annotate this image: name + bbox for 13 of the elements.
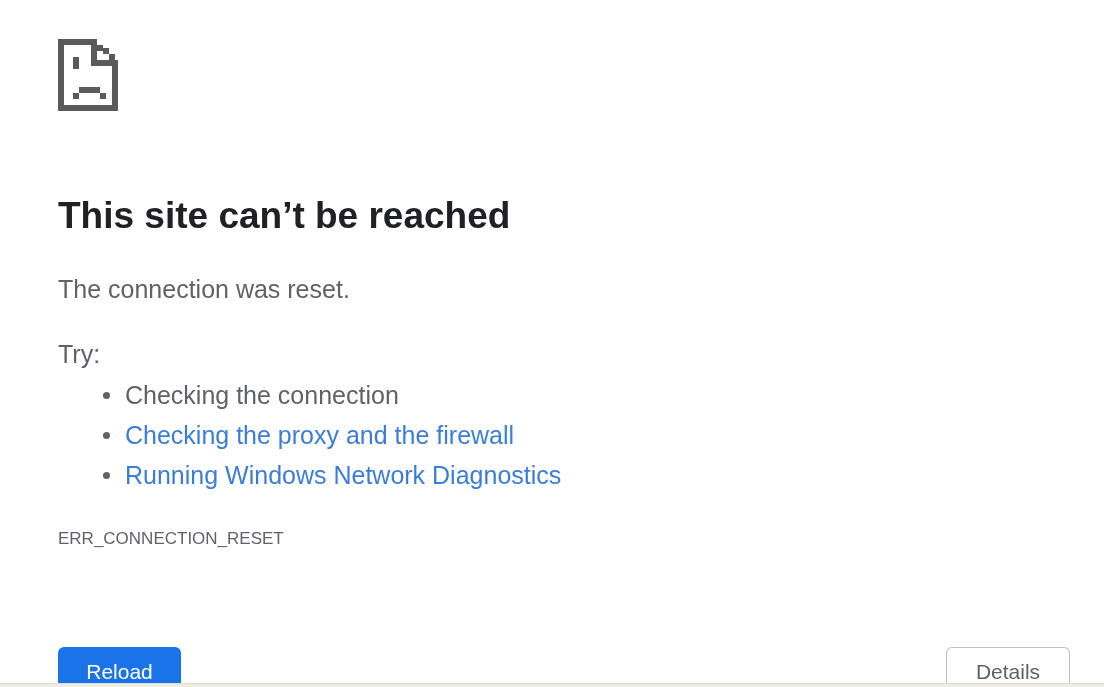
bullet-icon <box>103 391 110 399</box>
reload-button[interactable]: Reload <box>58 647 181 683</box>
details-button[interactable]: Details <box>946 647 1070 683</box>
error-heading: This site can’t be reached <box>58 194 511 238</box>
error-message: The connection was reset. <box>58 274 350 304</box>
sad-document-icon <box>58 39 118 111</box>
suggestion-link[interactable]: Checking the proxy and the firewall <box>125 420 515 450</box>
bullet-icon <box>103 471 110 479</box>
error-code: ERR_CONNECTION_RESET <box>58 528 284 550</box>
suggestion-link[interactable]: Running Windows Network Diagnostics <box>125 460 562 490</box>
suggestion-text: Checking the connection <box>125 380 399 410</box>
try-label: Try: <box>58 339 101 369</box>
bullet-icon <box>103 431 110 439</box>
